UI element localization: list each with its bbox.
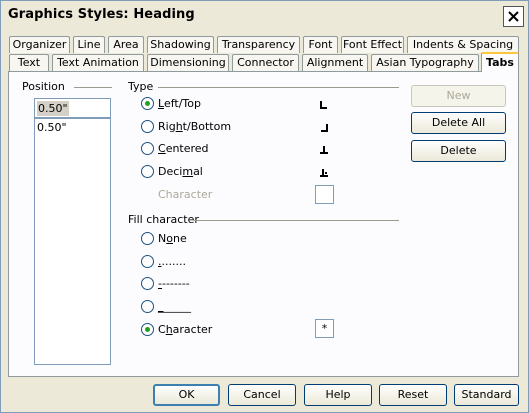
new-button[interactable]: New [411, 85, 506, 107]
radio-fill-character[interactable] [141, 323, 154, 336]
tab-decimal-icon [320, 169, 328, 177]
label-fill-underscore[interactable]: ______ [158, 300, 191, 314]
tab-line[interactable]: Line [73, 36, 105, 53]
label-fill-dashes[interactable]: -------- [158, 277, 190, 291]
radio-decimal[interactable] [141, 165, 154, 178]
tab-text[interactable]: Text [9, 54, 49, 71]
type-divider [158, 87, 399, 88]
label-left-top[interactable]: Left/Top [158, 97, 201, 111]
tab-font-effect[interactable]: Font Effect [341, 36, 404, 53]
radio-fill-dashes[interactable] [141, 277, 154, 290]
tab-font[interactable]: Font [303, 36, 338, 53]
help-button[interactable]: Help [304, 384, 372, 406]
label-fill-none[interactable]: None [158, 232, 187, 246]
tab-transparency[interactable]: Transparency [217, 36, 300, 53]
label-decimal[interactable]: Decimal [158, 165, 203, 179]
type-label: Type [128, 80, 157, 93]
tab-connector[interactable]: Connector [232, 54, 299, 71]
fill-character-label: Fill character [128, 213, 202, 226]
close-button[interactable] [503, 6, 524, 27]
reset-button[interactable]: Reset [379, 384, 447, 406]
delete-button[interactable]: Delete [411, 140, 506, 162]
tab-indents-spacing[interactable]: Indents & Spacing [407, 36, 519, 53]
cancel-button[interactable]: Cancel [228, 384, 296, 406]
tab-alignment[interactable]: Alignment [302, 54, 368, 71]
position-label: Position [22, 80, 68, 93]
type-character-input[interactable] [315, 185, 334, 204]
dialog-window: Graphics Styles: Heading Organizer Line … [0, 0, 529, 413]
tab-text-animation[interactable]: Text Animation [52, 54, 144, 71]
type-character-label: Character [158, 188, 213, 201]
dialog-title: Graphics Styles: Heading [8, 7, 195, 22]
tab-left-icon [320, 101, 327, 109]
label-centered[interactable]: Centered [158, 142, 209, 156]
tab-right-icon [321, 124, 328, 132]
tab-dimensioning[interactable]: Dimensioning [147, 54, 229, 71]
list-item[interactable]: 0.50" [37, 121, 67, 135]
standard-button[interactable]: Standard [454, 384, 519, 406]
position-list[interactable]: 0.50" [34, 118, 111, 365]
tab-shadowing[interactable]: Shadowing [147, 36, 214, 53]
radio-fill-dots[interactable] [141, 255, 154, 268]
radio-fill-underscore[interactable] [141, 300, 154, 313]
label-fill-character[interactable]: Character [158, 323, 212, 337]
close-icon [508, 11, 519, 22]
ok-button[interactable]: OK [153, 384, 220, 406]
radio-centered[interactable] [141, 142, 154, 155]
delete-all-button[interactable]: Delete All [411, 112, 506, 134]
position-input[interactable]: 0.50" [34, 98, 111, 118]
radio-left-top[interactable] [141, 97, 154, 110]
radio-fill-none[interactable] [141, 232, 154, 245]
tab-center-icon [320, 146, 328, 154]
radio-right-bottom[interactable] [141, 120, 154, 133]
title-bar: Graphics Styles: Heading [1, 1, 528, 31]
fill-divider [194, 220, 399, 221]
position-divider [74, 87, 112, 88]
tab-organizer[interactable]: Organizer [9, 36, 70, 53]
label-fill-dots[interactable]: ........ [158, 255, 186, 269]
label-right-bottom[interactable]: Right/Bottom [158, 120, 231, 134]
position-input-value: 0.50" [37, 101, 69, 116]
radio-selected-dot [145, 327, 150, 332]
tab-area[interactable]: Area [108, 36, 144, 53]
fill-character-input[interactable]: * [315, 319, 334, 338]
tab-asian-typography[interactable]: Asian Typography [371, 54, 479, 71]
radio-selected-dot [145, 101, 150, 106]
tab-tabs[interactable]: Tabs [481, 52, 519, 72]
